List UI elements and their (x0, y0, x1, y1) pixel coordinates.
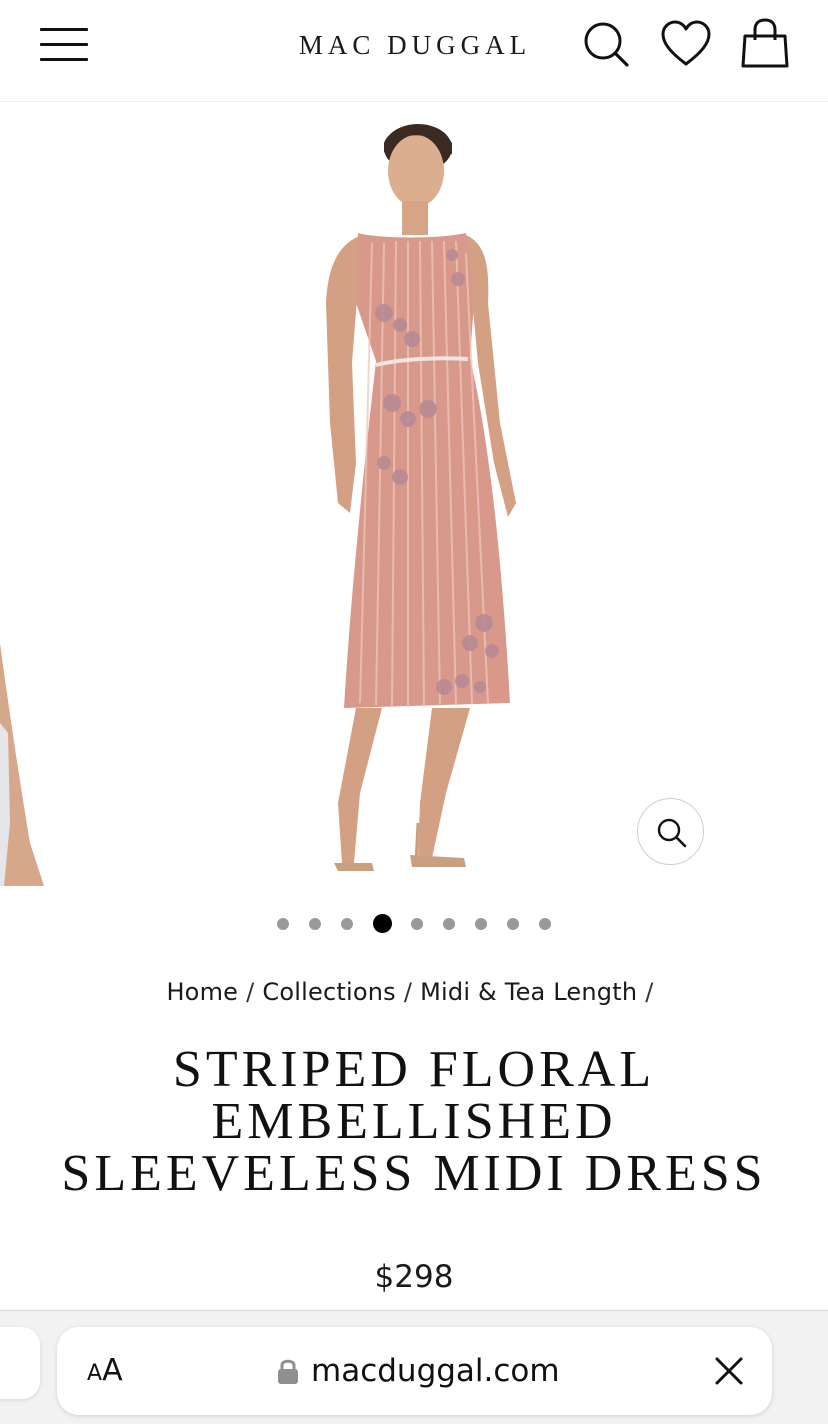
menu-icon[interactable] (38, 26, 90, 64)
reader-settings-button[interactable]: AA (87, 1353, 123, 1389)
aa-big-label: A (102, 1353, 123, 1388)
gallery-dot[interactable] (277, 918, 289, 930)
product-image-gallery[interactable] (0, 103, 828, 886)
site-header: MAC DUGGAL (0, 0, 828, 102)
bag-icon[interactable] (739, 18, 791, 70)
breadcrumb-separator: / (645, 978, 654, 1006)
gallery-dot-active[interactable] (373, 914, 392, 933)
breadcrumb-separator: / (403, 978, 413, 1006)
product-title-line: EMBELLISHED (211, 1093, 617, 1150)
gallery-dot[interactable] (539, 918, 551, 930)
product-title-line: STRIPED FLORAL (172, 1041, 656, 1098)
url-display[interactable]: macduggal.com (277, 1351, 560, 1391)
lock-icon (278, 1359, 298, 1384)
close-icon[interactable] (713, 1355, 745, 1387)
gallery-dot[interactable] (475, 918, 487, 930)
breadcrumb-separator: / (246, 978, 255, 1006)
previous-image-peek (0, 643, 44, 886)
browser-toolbar: AA macduggal.com (0, 1310, 828, 1424)
previous-tab[interactable] (0, 1327, 40, 1399)
gallery-dot[interactable] (507, 918, 519, 930)
gallery-dot[interactable] (411, 918, 423, 930)
gallery-dot[interactable] (309, 918, 321, 930)
breadcrumb-home[interactable]: Home (166, 978, 238, 1006)
gallery-dot[interactable] (443, 918, 455, 930)
gallery-pagination (0, 913, 828, 935)
breadcrumb-midi-tea-length[interactable]: Midi & Tea Length (420, 978, 637, 1006)
search-icon[interactable] (580, 18, 632, 70)
zoom-button[interactable] (637, 798, 704, 865)
product-title: STRIPED FLORAL EMBELLISHED SLEEVELESS MI… (30, 1044, 798, 1200)
product-title-line: SLEEVELESS MIDI DRESS (61, 1145, 767, 1202)
aa-small-label: A (87, 1361, 103, 1386)
gallery-dot[interactable] (341, 918, 353, 930)
breadcrumb-collections[interactable]: Collections (262, 978, 395, 1006)
address-bar[interactable]: AA macduggal.com (57, 1327, 772, 1415)
brand-logo[interactable]: MAC DUGGAL (290, 28, 540, 62)
heart-icon[interactable] (660, 18, 712, 70)
breadcrumb: Home / Collections / Midi & Tea Length / (0, 978, 828, 1006)
url-text: macduggal.com (311, 1353, 560, 1389)
product-price: $298 (374, 1259, 454, 1295)
product-image (0, 124, 516, 886)
zoom-icon (657, 818, 687, 848)
